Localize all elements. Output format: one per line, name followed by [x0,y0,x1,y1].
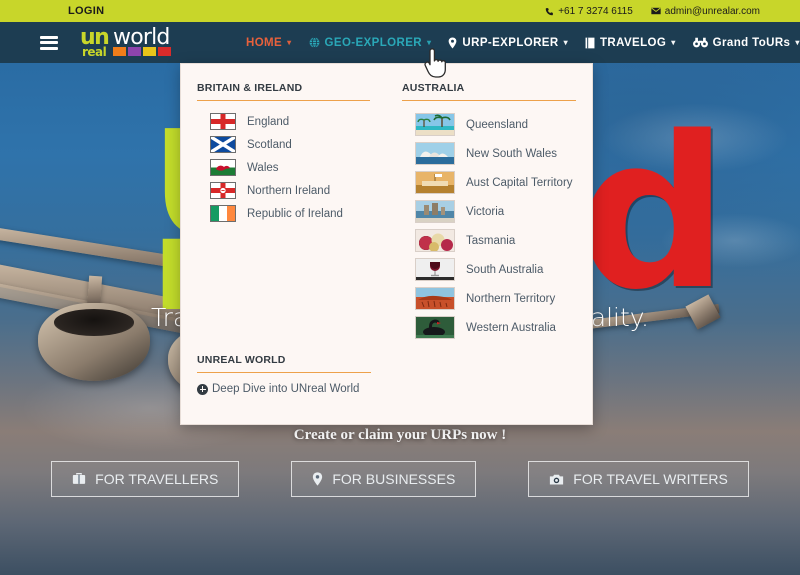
phone-contact[interactable]: +61 7 3274 6115 [545,6,633,17]
site-logo[interactable]: un world real [80,26,188,60]
flag-northern-ireland-icon [210,182,236,199]
logo-world-text: world [113,24,170,50]
nav-item-travelog-label: TRAVELOG [600,36,667,49]
dropdown-item-northern-ireland[interactable]: Northern Ireland [197,179,370,202]
topbar-contact-group: +61 7 3274 6115 admin@unrealar.com [545,6,760,17]
primary-menu: HOME ▾ GEO-EXPLORER ▾ URP-EXPLORER ▾ TRA… [246,37,800,49]
phone-number: +61 7 3274 6115 [558,5,633,17]
hero-cta-row: FOR TRAVELLERS FOR BUSINESSES FOR TRAVEL… [0,461,800,497]
dropdown-column-australia: AUSTRALIA Queensland New South Wales Aus… [386,82,592,342]
dropdown-item-south-australia[interactable]: South Australia [402,255,576,284]
thumb-parliament-house-icon [415,171,455,194]
dropdown-item-northern-territory-label: Northern Territory [466,292,556,305]
main-navigation-bar: un world real HOME ▾ GEO-EXPLORER ▾ URP-… [0,22,800,63]
dropdown-item-deep-dive[interactable]: Deep Dive into UNreal World [197,383,371,395]
nav-item-home[interactable]: HOME ▾ [246,37,292,49]
briefcase-icon [73,472,86,484]
book-icon [585,37,595,48]
dropdown-item-tasmania-label: Tasmania [466,234,516,247]
cta-for-travellers-label: FOR TRAVELLERS [95,471,219,487]
chevron-down-icon: ▾ [563,38,568,47]
dropdown-item-deep-dive-label: Deep Dive into UNreal World [212,383,360,395]
map-pin-icon [313,472,323,486]
thumb-uluru-icon [415,287,455,310]
flag-wales-icon [210,159,236,176]
dropdown-item-south-australia-label: South Australia [466,263,544,276]
nav-item-grand-tours[interactable]: Grand ToURs ▾ [692,36,800,49]
thumb-wine-glass-icon [415,258,455,281]
chevron-down-icon: ▾ [426,38,432,47]
email-contact[interactable]: admin@unrealar.com [651,6,760,17]
dropdown-item-tasmania[interactable]: Tasmania [402,226,576,255]
flag-england-icon [210,113,236,130]
map-pin-icon [449,37,457,48]
plus-circle-icon [197,383,208,395]
thumb-apples-icon [415,229,455,252]
thumb-black-swan-icon [415,316,455,339]
geo-explorer-dropdown-panel: BRITAIN & IRELAND England Scotland Wales [180,63,593,425]
dropdown-item-england[interactable]: England [197,110,370,133]
logo-color-bars [113,46,171,56]
cta-for-travellers[interactable]: FOR TRAVELLERS [51,461,240,497]
dropdown-item-victoria[interactable]: Victoria [402,197,576,226]
hero-subtitle: Create or claim your URPs now ! [293,427,507,443]
nav-item-urp-explorer-label: URP-EXPLORER [462,36,559,49]
cta-for-businesses-label: FOR BUSINESSES [332,471,456,487]
thumb-twelve-apostles-icon [415,200,455,223]
binoculars-icon [692,37,708,48]
dropdown-item-wales-label: Wales [247,161,279,174]
dropdown-item-wales[interactable]: Wales [197,156,370,179]
logo-real-text: real [82,44,107,59]
nav-item-home-label: HOME [246,36,283,49]
chevron-down-icon: ▾ [287,38,292,47]
nav-item-travelog[interactable]: TRAVELOG ▾ [585,37,676,49]
chevron-down-icon: ▾ [671,38,676,47]
dropdown-column-britain: BRITAIN & IRELAND England Scotland Wales [181,82,386,342]
phone-icon [545,7,554,15]
dropdown-item-queensland-label: Queensland [466,118,529,131]
cta-for-travel-writers[interactable]: FOR TRAVEL WRITERS [528,461,749,497]
thumb-sydney-opera-house-icon [415,142,455,165]
flag-ireland-icon [210,205,236,222]
flag-scotland-icon [210,136,236,153]
dropdown-item-scotland-label: Scotland [247,138,292,151]
nav-item-urp-explorer[interactable]: URP-EXPLORER ▾ [448,37,568,49]
thumb-beach-palms-icon [415,113,455,136]
dropdown-item-northern-territory[interactable]: Northern Territory [402,284,576,313]
hamburger-icon[interactable] [40,35,58,50]
dropdown-item-victoria-label: Victoria [466,205,505,218]
nav-item-geo-explorer[interactable]: GEO-EXPLORER ▾ [309,37,432,49]
globe-icon [309,37,319,48]
dropdown-item-england-label: England [247,115,290,128]
dropdown-item-western-australia[interactable]: Western Australia [402,313,576,342]
top-utility-bar: LOGIN +61 7 3274 6115 admin@unrealar.com [0,0,800,22]
dropdown-item-scotland[interactable]: Scotland [197,133,370,156]
dropdown-item-new-south-wales[interactable]: New South Wales [402,139,576,168]
dropdown-item-republic-of-ireland[interactable]: Republic of Ireland [197,202,370,225]
dropdown-item-northern-ireland-label: Northern Ireland [247,184,331,197]
dropdown-item-aust-capital-territory-label: Aust Capital Territory [466,176,573,189]
dropdown-section-unreal-world: UNREAL WORLD Deep Dive into UNreal World [181,342,387,395]
camera-icon [550,474,564,484]
envelope-icon [651,7,661,15]
chevron-down-icon: ▾ [795,38,800,47]
email-address: admin@unrealar.com [664,5,760,17]
section-heading-australia: AUSTRALIA [402,82,576,101]
dropdown-item-new-south-wales-label: New South Wales [466,147,557,160]
dropdown-item-western-australia-label: Western Australia [466,321,556,334]
dropdown-item-republic-of-ireland-label: Republic of Ireland [247,207,343,220]
dropdown-item-aust-capital-territory[interactable]: Aust Capital Territory [402,168,576,197]
cta-for-businesses[interactable]: FOR BUSINESSES [291,461,477,497]
cta-for-travel-writers-label: FOR TRAVEL WRITERS [573,471,728,487]
nav-item-grand-tours-label: Grand ToURs [712,36,791,49]
section-heading-unreal-world: UNREAL WORLD [197,354,371,373]
section-heading-britain: BRITAIN & IRELAND [197,82,370,101]
nav-item-geo-explorer-label: GEO-EXPLORER [324,36,422,49]
login-link[interactable]: LOGIN [68,5,104,17]
dropdown-item-queensland[interactable]: Queensland [402,110,576,139]
